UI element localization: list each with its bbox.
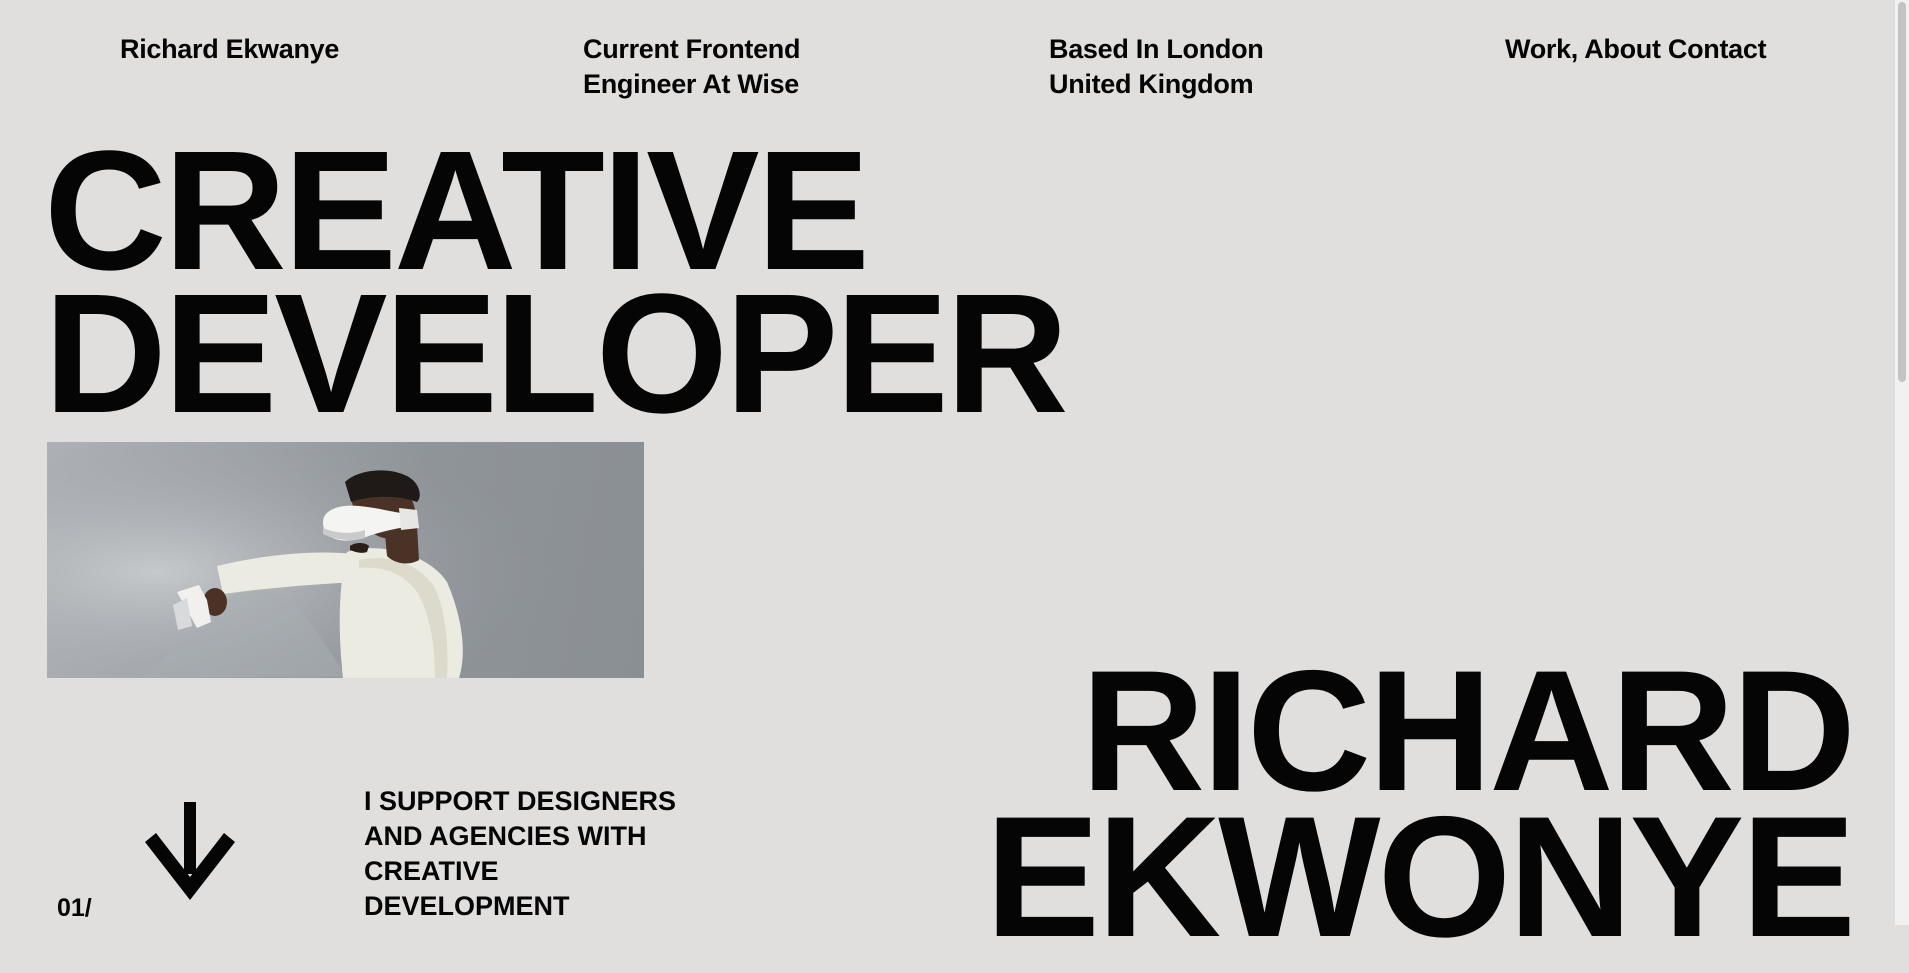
tagline-line: CREATIVE <box>364 856 499 886</box>
arrow-down-icon[interactable] <box>145 802 235 902</box>
vr-person-illustration <box>47 442 644 678</box>
hero-title: CREATIVE DEVELOPER <box>44 126 1069 449</box>
nav-link-about[interactable]: About <box>1584 34 1661 64</box>
page-scrollbar[interactable] <box>1895 0 1909 925</box>
current-role-line: Engineer At Wise <box>583 69 799 99</box>
brand-name[interactable]: Richard Ekwanye <box>120 32 339 67</box>
nav-link-contact[interactable]: Contact <box>1668 34 1767 64</box>
current-role: Current Frontend Engineer At Wise <box>583 32 800 102</box>
tagline-line: DEVELOPMENT <box>364 891 570 921</box>
current-role-line: Current Frontend <box>583 34 801 64</box>
location: Based In London United Kingdom <box>1049 32 1264 102</box>
section-number: 01/ <box>57 894 92 922</box>
location-line: United Kingdom <box>1049 69 1254 99</box>
scrollbar-thumb[interactable] <box>1898 2 1906 382</box>
big-name-line: EKWONYE <box>985 781 1856 973</box>
tagline-line: AND AGENCIES WITH <box>364 821 647 851</box>
tagline: I SUPPORT DESIGNERS AND AGENCIES WITH CR… <box>364 784 676 924</box>
nav-link-work[interactable]: Work, <box>1505 34 1578 64</box>
big-name: RICHARD EKWONYE <box>985 645 1856 973</box>
hero-photo <box>47 442 644 678</box>
hero-title-line: DEVELOPER <box>44 259 1069 449</box>
location-line: Based In London <box>1049 34 1264 64</box>
tagline-line: I SUPPORT DESIGNERS <box>364 786 677 816</box>
main-nav: Work, About Contact <box>1505 32 1767 67</box>
